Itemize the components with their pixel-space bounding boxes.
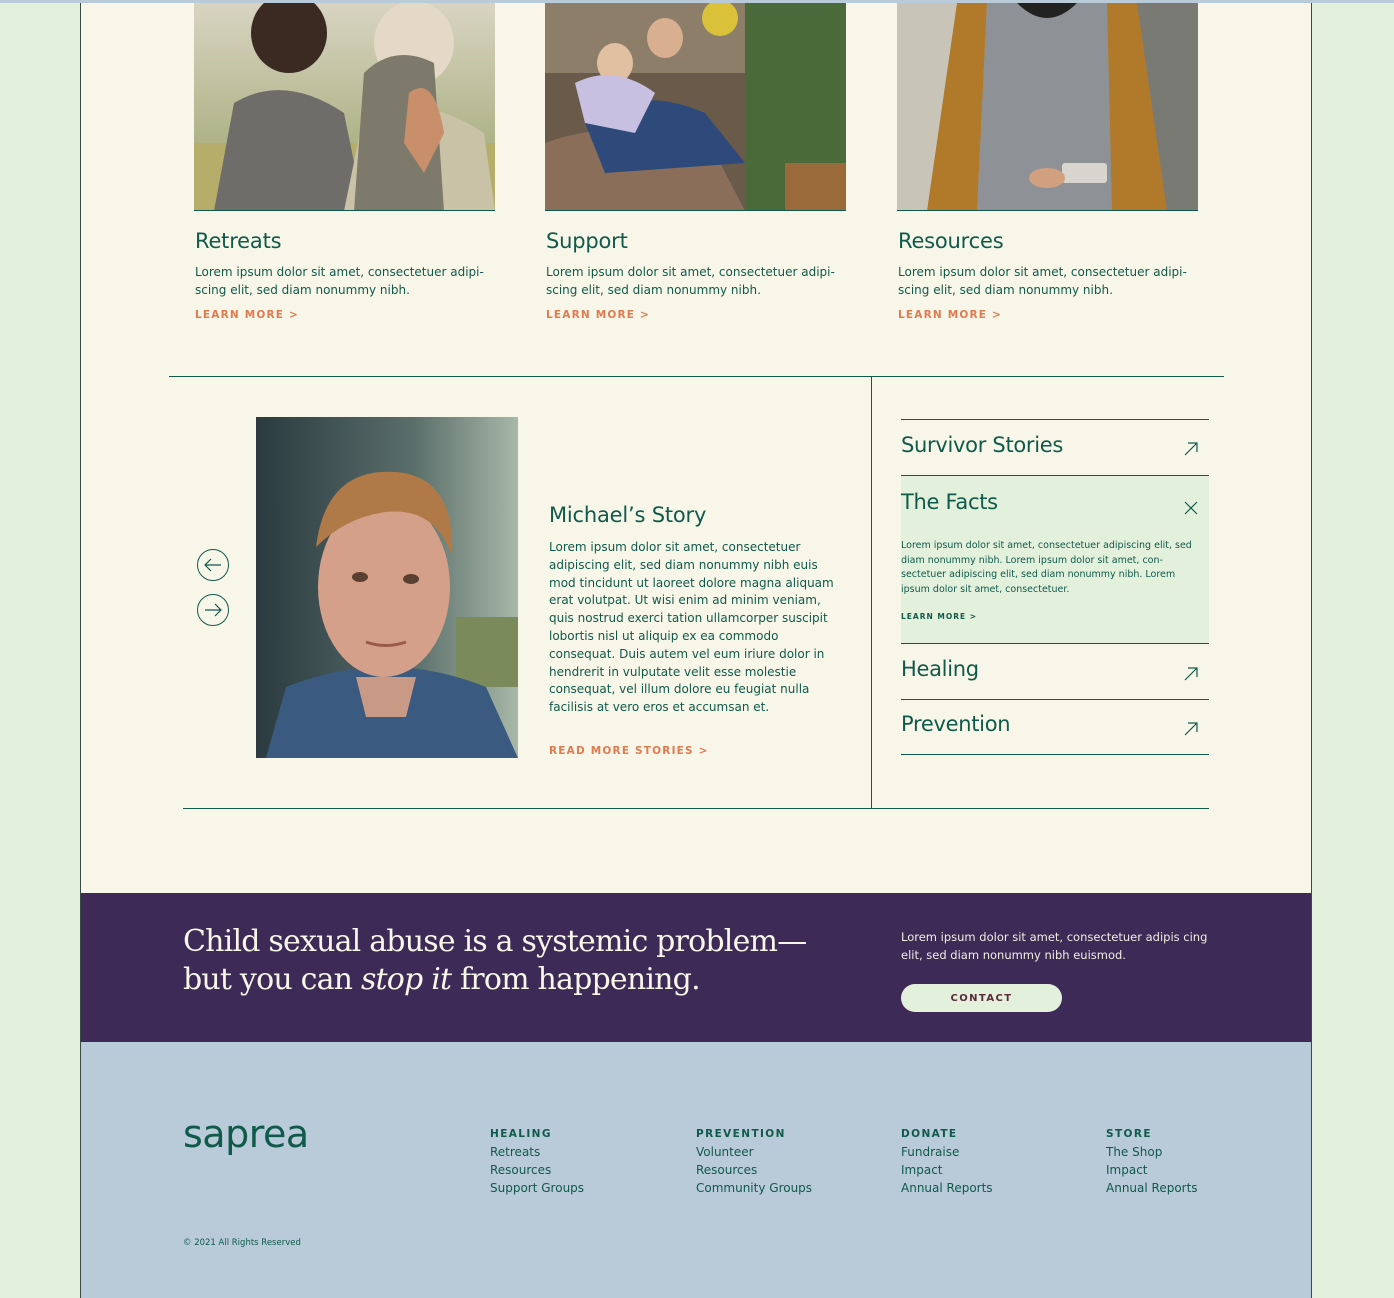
footer-link[interactable]: Resources <box>490 1161 584 1179</box>
the-facts-body: Lorem ipsum dolor sit amet, consectetuer… <box>901 540 1192 595</box>
footer-link[interactable]: Support Groups <box>490 1179 584 1197</box>
prev-story-button[interactable] <box>197 549 229 581</box>
footer-column-healing: HEALING Retreats Resources Support Group… <box>490 1125 584 1197</box>
read-more-stories-link[interactable]: READ MORE STORIES > <box>549 745 709 757</box>
footer-link[interactable]: Annual Reports <box>1106 1179 1198 1197</box>
footer-link[interactable]: Fundraise <box>901 1143 993 1161</box>
divider-vertical <box>871 376 872 808</box>
card-title: Support <box>546 229 628 253</box>
cta-line-2-end: from happening. <box>451 962 701 997</box>
retreats-image <box>194 3 495 211</box>
card-text: Lorem ipsum dolor sit amet, consectetuer… <box>898 265 1187 297</box>
footer-link[interactable]: Retreats <box>490 1143 584 1161</box>
accordion-title: The Facts <box>901 490 998 514</box>
footer-link[interactable]: Impact <box>901 1161 993 1179</box>
card-text: Lorem ipsum dolor sit amet, consectetuer… <box>195 265 484 297</box>
arrow-up-right-icon <box>1184 667 1198 681</box>
contact-button[interactable]: CONTACT <box>901 984 1062 1012</box>
saprea-logo[interactable]: saprea <box>183 1112 309 1156</box>
accordion-divider <box>901 754 1209 755</box>
footer-column-store: STORE The Shop Impact Annual Reports <box>1106 1125 1198 1197</box>
footer-link[interactable]: Impact <box>1106 1161 1198 1179</box>
arrow-left-icon <box>204 558 221 572</box>
close-icon <box>1184 501 1198 515</box>
cta-text: Lorem ipsum dolor sit amet, consectetuer… <box>901 930 1208 962</box>
page: Retreats Lorem ipsum dolor sit amet, con… <box>80 3 1312 1298</box>
the-facts-learn-more-link[interactable]: LEARN MORE > <box>901 612 977 621</box>
cta-section: Child sexual abuse is a systemic problem… <box>81 893 1311 1042</box>
footer-column-donate: DONATE Fundraise Impact Annual Reports <box>901 1125 993 1197</box>
divider-top <box>169 376 1224 377</box>
cta-line-2-start: but you can <box>183 962 361 997</box>
footer-heading: STORE <box>1106 1128 1152 1140</box>
card-title: Resources <box>898 229 1004 253</box>
resources-image <box>897 3 1198 211</box>
accordion-title: Survivor Stories <box>901 433 1064 457</box>
learn-more-link[interactable]: LEARN MORE > <box>546 309 650 321</box>
card-text: Lorem ipsum dolor sit amet, consectetuer… <box>546 265 835 297</box>
footer-heading: HEALING <box>490 1128 552 1140</box>
footer-link[interactable]: Community Groups <box>696 1179 812 1197</box>
footer-link[interactable]: The Shop <box>1106 1143 1198 1161</box>
arrow-up-right-icon <box>1184 722 1198 736</box>
story-title: Michael’s Story <box>549 503 707 527</box>
accordion-title: Prevention <box>901 712 1011 736</box>
copyright: © 2021 All Rights Reserved <box>183 1238 301 1248</box>
footer-column-prevention: PREVENTION Volunteer Resources Community… <box>696 1125 812 1197</box>
accordion-survivor-stories[interactable]: Survivor Stories <box>901 420 1209 475</box>
footer-heading: PREVENTION <box>696 1128 786 1140</box>
arrow-right-icon <box>205 603 222 617</box>
support-image <box>545 3 846 211</box>
accordion-the-facts[interactable]: The Facts <box>901 476 1209 536</box>
cta-emphasis: stop it <box>360 962 452 997</box>
accordion-title: Healing <box>901 657 979 681</box>
accordion-prevention[interactable]: Prevention <box>901 700 1209 754</box>
footer-heading: DONATE <box>901 1128 958 1140</box>
cta-heading: Child sexual abuse is a systemic problem… <box>183 923 807 999</box>
michael-portrait <box>256 417 518 758</box>
footer-link[interactable]: Resources <box>696 1161 812 1179</box>
footer-link[interactable]: Volunteer <box>696 1143 812 1161</box>
card-title: Retreats <box>195 229 282 253</box>
card-retreats: Retreats Lorem ipsum dolor sit amet, con… <box>194 3 495 321</box>
card-resources: Resources Lorem ipsum dolor sit amet, co… <box>897 3 1198 321</box>
accordion-healing[interactable]: Healing <box>901 644 1209 699</box>
next-story-button[interactable] <box>197 594 229 626</box>
footer-link[interactable]: Annual Reports <box>901 1179 993 1197</box>
divider-bottom <box>183 808 1209 809</box>
cta-line-1: Child sexual abuse is a systemic problem… <box>183 924 807 959</box>
footer: saprea HEALING Retreats Resources Suppor… <box>81 1042 1311 1298</box>
arrow-up-right-icon <box>1184 442 1198 456</box>
learn-more-link[interactable]: LEARN MORE > <box>898 309 1002 321</box>
story-body: Lorem ipsum dolor sit amet, consectetuer… <box>549 540 834 715</box>
card-support: Support Lorem ipsum dolor sit amet, cons… <box>545 3 846 321</box>
learn-more-link[interactable]: LEARN MORE > <box>195 309 299 321</box>
